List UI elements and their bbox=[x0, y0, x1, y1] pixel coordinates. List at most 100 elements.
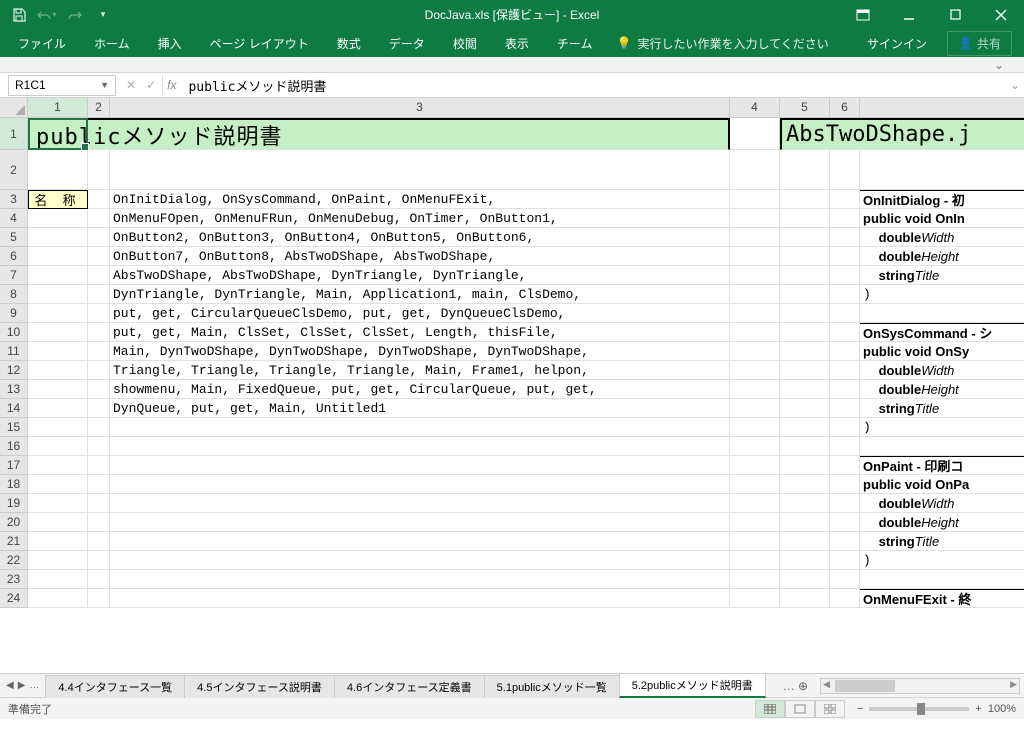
tab-file[interactable]: ファイル bbox=[4, 29, 80, 57]
cell[interactable] bbox=[110, 570, 730, 589]
cell[interactable] bbox=[730, 570, 780, 589]
expand-formula-bar[interactable]: ⌄ bbox=[1006, 78, 1024, 92]
cell[interactable] bbox=[730, 209, 780, 228]
cell[interactable] bbox=[780, 399, 830, 418]
cell[interactable]: OnSysCommand - シ bbox=[860, 323, 1024, 342]
cell[interactable] bbox=[780, 361, 830, 380]
row-header[interactable]: 6 bbox=[0, 247, 28, 266]
row-header[interactable]: 16 bbox=[0, 437, 28, 456]
cell[interactable]: OnMenuFOpen, OnMenuFRun, OnMenuDebug, On… bbox=[110, 209, 730, 228]
row-header[interactable]: 13 bbox=[0, 380, 28, 399]
cell[interactable] bbox=[780, 285, 830, 304]
cell[interactable] bbox=[730, 304, 780, 323]
cell[interactable]: ) bbox=[860, 285, 1024, 304]
cell[interactable] bbox=[860, 570, 1024, 589]
cell[interactable] bbox=[28, 247, 88, 266]
cell[interactable] bbox=[830, 437, 860, 456]
cell[interactable] bbox=[780, 494, 830, 513]
cell[interactable] bbox=[730, 150, 780, 190]
cell[interactable] bbox=[780, 589, 830, 608]
cell[interactable] bbox=[730, 437, 780, 456]
cell[interactable] bbox=[88, 304, 110, 323]
cell[interactable]: double Width bbox=[860, 228, 1024, 247]
cell[interactable] bbox=[88, 342, 110, 361]
cell[interactable]: double Height bbox=[860, 247, 1024, 266]
cell[interactable] bbox=[88, 399, 110, 418]
cell[interactable] bbox=[830, 570, 860, 589]
cell[interactable] bbox=[730, 342, 780, 361]
cell[interactable]: 名 称 bbox=[28, 190, 88, 209]
cell[interactable] bbox=[28, 150, 88, 190]
scrollbar-thumb[interactable] bbox=[835, 680, 895, 692]
cell[interactable] bbox=[88, 228, 110, 247]
zoom-slider-thumb[interactable] bbox=[917, 703, 925, 715]
col-header[interactable] bbox=[860, 98, 1024, 117]
ribbon-collapse-bar[interactable]: ⌄ bbox=[0, 57, 1024, 73]
cell[interactable] bbox=[88, 190, 110, 209]
tab-insert[interactable]: 挿入 bbox=[144, 29, 196, 57]
cell[interactable] bbox=[88, 589, 110, 608]
cell[interactable]: OnButton2, OnButton3, OnButton4, OnButto… bbox=[110, 228, 730, 247]
name-box[interactable]: R1C1 ▼ bbox=[8, 75, 116, 96]
cell[interactable] bbox=[730, 228, 780, 247]
row-header[interactable]: 14 bbox=[0, 399, 28, 418]
row-header[interactable]: 9 bbox=[0, 304, 28, 323]
tab-view[interactable]: 表示 bbox=[491, 29, 543, 57]
cell[interactable] bbox=[730, 513, 780, 532]
tab-data[interactable]: データ bbox=[375, 29, 439, 57]
maximize-button[interactable] bbox=[932, 0, 978, 29]
cell[interactable]: ) bbox=[860, 551, 1024, 570]
close-button[interactable] bbox=[978, 0, 1024, 29]
cell[interactable] bbox=[88, 456, 110, 475]
cell[interactable] bbox=[88, 570, 110, 589]
cell[interactable] bbox=[730, 418, 780, 437]
cell[interactable] bbox=[110, 589, 730, 608]
cell[interactable] bbox=[780, 266, 830, 285]
cell[interactable] bbox=[28, 570, 88, 589]
cell[interactable] bbox=[730, 190, 780, 209]
cell[interactable] bbox=[28, 475, 88, 494]
row-header[interactable]: 17 bbox=[0, 456, 28, 475]
col-header[interactable]: 2 bbox=[88, 98, 110, 117]
cell[interactable] bbox=[88, 380, 110, 399]
cell[interactable] bbox=[780, 380, 830, 399]
cell[interactable] bbox=[730, 323, 780, 342]
view-page-layout-button[interactable] bbox=[785, 700, 815, 718]
cell[interactable]: public void OnSy bbox=[860, 342, 1024, 361]
cell[interactable]: Triangle, Triangle, Triangle, Triangle, … bbox=[110, 361, 730, 380]
cell[interactable] bbox=[28, 551, 88, 570]
zoom-in-button[interactable]: + bbox=[975, 703, 981, 715]
cell[interactable] bbox=[780, 418, 830, 437]
cell[interactable]: DynQueue, put, get, Main, Untitled1 bbox=[110, 399, 730, 418]
row-header[interactable]: 5 bbox=[0, 228, 28, 247]
cell[interactable] bbox=[28, 228, 88, 247]
sheet-tab[interactable]: 5.2publicメソッド説明書 bbox=[619, 674, 766, 698]
ribbon-options-button[interactable] bbox=[840, 0, 886, 29]
cell[interactable] bbox=[830, 361, 860, 380]
cell[interactable] bbox=[830, 513, 860, 532]
cell[interactable] bbox=[830, 418, 860, 437]
formula-input[interactable] bbox=[180, 76, 1006, 95]
cell[interactable] bbox=[28, 342, 88, 361]
cell[interactable]: DynTriangle, DynTriangle, Main, Applicat… bbox=[110, 285, 730, 304]
cell[interactable]: public void OnPa bbox=[860, 475, 1024, 494]
cell[interactable]: string Title bbox=[860, 532, 1024, 551]
row-header[interactable]: 7 bbox=[0, 266, 28, 285]
sheet-tab[interactable]: 4.6インタフェース定義書 bbox=[334, 675, 485, 698]
cell[interactable] bbox=[110, 456, 730, 475]
cell[interactable] bbox=[830, 589, 860, 608]
cell[interactable] bbox=[780, 513, 830, 532]
cell[interactable] bbox=[730, 532, 780, 551]
cell[interactable] bbox=[110, 150, 730, 190]
cell[interactable] bbox=[830, 380, 860, 399]
zoom-out-button[interactable]: − bbox=[857, 703, 863, 715]
row-header[interactable]: 21 bbox=[0, 532, 28, 551]
cell[interactable] bbox=[730, 589, 780, 608]
sheet-tab[interactable]: 4.4インタフェース一覧 bbox=[45, 675, 185, 698]
cell[interactable] bbox=[110, 513, 730, 532]
cell[interactable] bbox=[780, 190, 830, 209]
cell[interactable]: string Title bbox=[860, 399, 1024, 418]
row-header[interactable]: 19 bbox=[0, 494, 28, 513]
cell[interactable]: double Height bbox=[860, 513, 1024, 532]
cell[interactable] bbox=[830, 150, 860, 190]
